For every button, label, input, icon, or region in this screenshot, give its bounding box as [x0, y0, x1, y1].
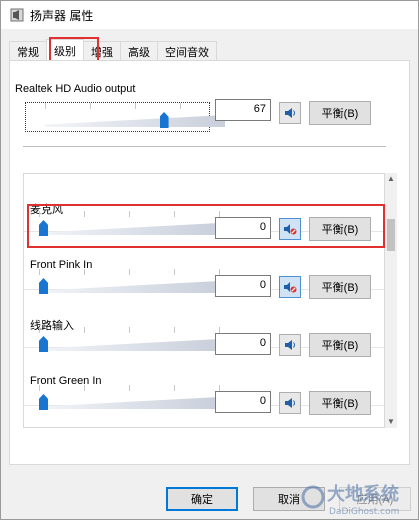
device-mute-button[interactable] [279, 334, 301, 356]
speaker-volume-icon [285, 108, 295, 118]
slider-thumb[interactable] [39, 336, 48, 352]
title-bar: 扬声器 属性 [1, 1, 418, 29]
slider-track[interactable] [39, 339, 219, 351]
device-mute-button[interactable] [279, 392, 301, 414]
scroll-down-arrow-icon[interactable]: ▼ [385, 416, 397, 428]
slider-ticks [39, 211, 220, 219]
speaker-muted-icon [284, 282, 297, 293]
slider-thumb[interactable] [159, 112, 169, 128]
main-volume-slider[interactable] [29, 93, 229, 133]
device-volume-value[interactable]: 0 [215, 391, 271, 413]
device-volume-value[interactable]: 0 [215, 217, 271, 239]
main-mute-button[interactable] [279, 102, 301, 124]
device-volume-slider[interactable] [23, 259, 223, 299]
slider-ticks [39, 269, 220, 277]
slider-thumb[interactable] [39, 394, 48, 410]
slider-track[interactable] [39, 281, 219, 293]
slider-track[interactable] [45, 115, 225, 127]
device-balance-button[interactable]: 平衡(B) [309, 275, 371, 299]
slider-track[interactable] [39, 223, 219, 235]
tab-general[interactable]: 常规 [9, 41, 47, 61]
window-title: 扬声器 属性 [30, 8, 94, 23]
main-balance-button[interactable]: 平衡(B) [309, 101, 371, 125]
tab-advanced[interactable]: 高级 [120, 41, 158, 61]
apply-button[interactable]: 应用(A) [339, 487, 411, 511]
tab-levels[interactable]: 级别 [46, 39, 84, 61]
tab-strip: 常规 级别 增强 高级 空间音效 [9, 39, 217, 61]
slider-thumb[interactable] [39, 278, 48, 294]
device-volume-slider[interactable] [23, 201, 223, 241]
device-mute-button[interactable] [279, 218, 301, 240]
speaker-volume-icon [285, 398, 295, 408]
tab-spatial-sound[interactable]: 空间音效 [157, 41, 217, 61]
scroll-up-arrow-icon[interactable]: ▲ [385, 173, 397, 185]
slider-ticks [39, 327, 220, 335]
device-volume-slider[interactable] [23, 375, 223, 415]
device-volume-value[interactable]: 0 [215, 333, 271, 355]
scroll-thumb[interactable] [387, 219, 395, 251]
device-balance-button[interactable]: 平衡(B) [309, 333, 371, 357]
device-volume-slider[interactable] [23, 317, 223, 357]
device-balance-button[interactable]: 平衡(B) [309, 391, 371, 415]
main-volume-value[interactable]: 67 [215, 99, 271, 121]
device-balance-button[interactable]: 平衡(B) [309, 217, 371, 241]
speaker-properties-dialog: 扬声器 属性 常规 级别 增强 高级 空间音效 Realtek HD Audio… [0, 0, 419, 520]
tab-enhancements[interactable]: 增强 [83, 41, 121, 61]
slider-thumb[interactable] [39, 220, 48, 236]
cancel-button[interactable]: 取消 [253, 487, 325, 511]
slider-track[interactable] [39, 397, 219, 409]
list-scrollbar[interactable]: ▲ ▼ [385, 173, 397, 428]
speaker-icon [10, 8, 24, 22]
speaker-muted-icon [284, 224, 297, 235]
slider-ticks [39, 385, 220, 393]
speaker-volume-icon [285, 340, 295, 350]
device-mute-button[interactable] [279, 276, 301, 298]
separator-line [23, 146, 386, 147]
ok-button[interactable]: 确定 [166, 487, 238, 511]
device-volume-value[interactable]: 0 [215, 275, 271, 297]
slider-ticks [45, 103, 226, 111]
